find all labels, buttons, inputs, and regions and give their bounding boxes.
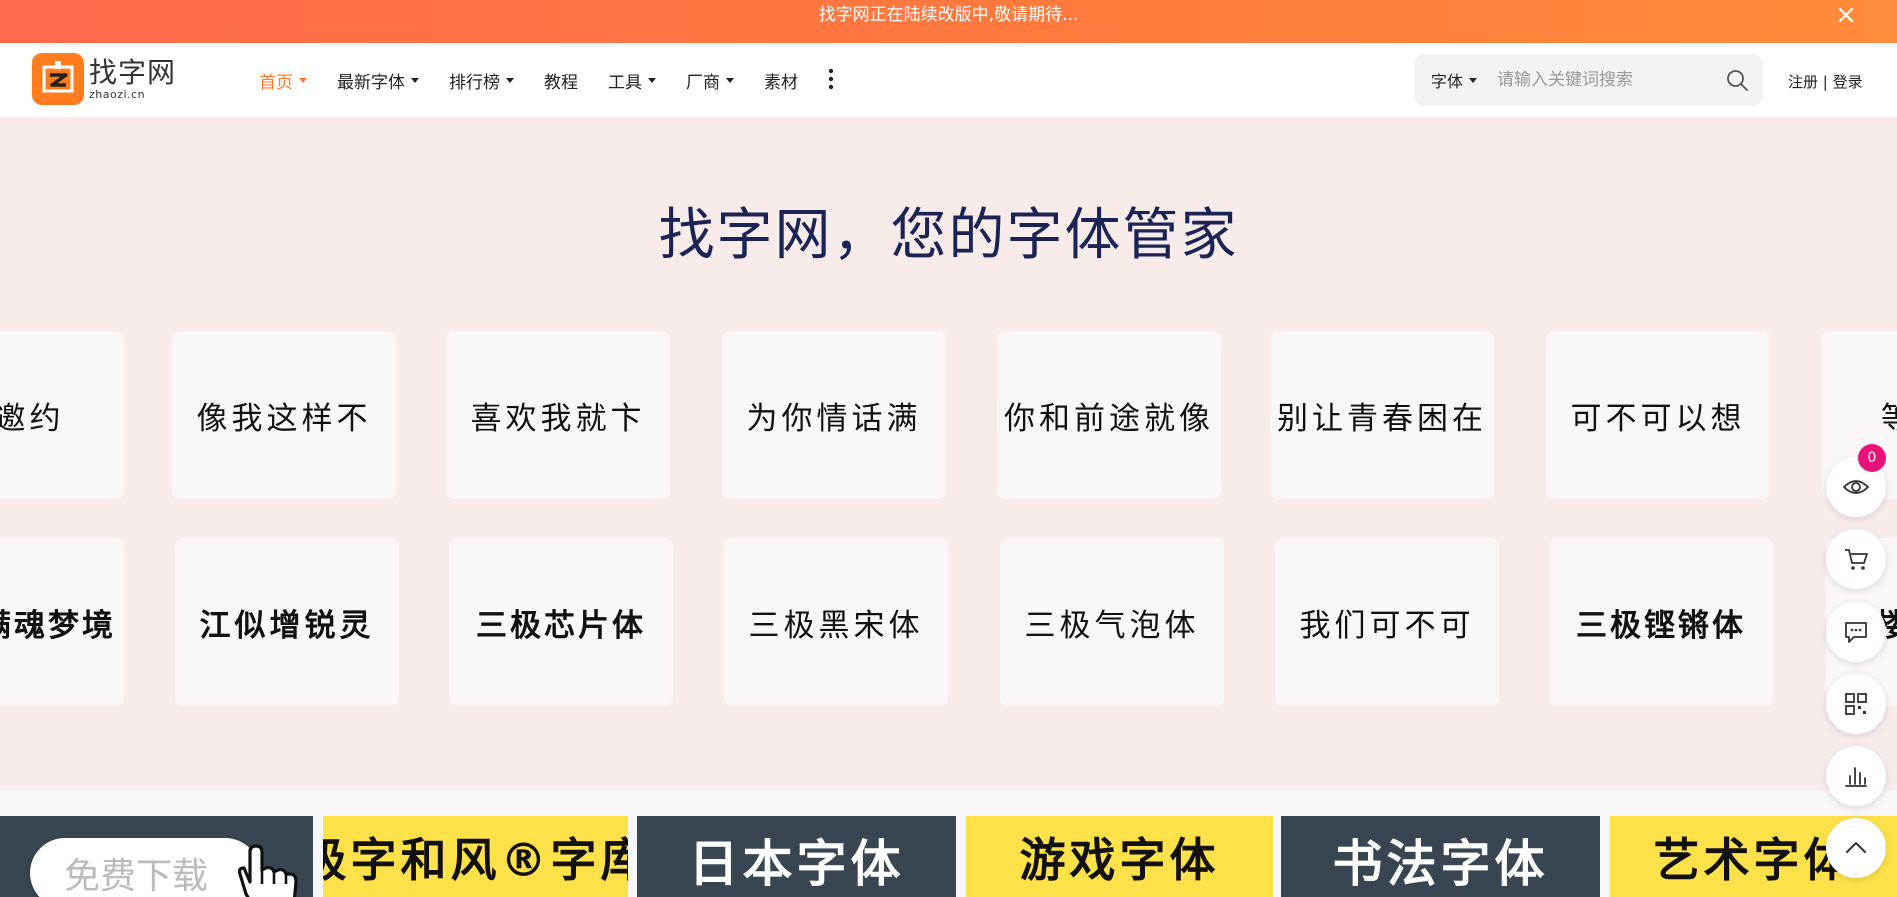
bar-chart-icon xyxy=(1845,767,1867,787)
announcement-bar: 找字网正在陆续改版中,敬请期待... xyxy=(0,0,1897,43)
nav-latest-fonts[interactable]: 最新字体 xyxy=(337,68,419,93)
font-card[interactable]: 你和前途就像 xyxy=(997,331,1221,499)
logo-domain: zhaozi.cn xyxy=(89,88,146,101)
font-card[interactable]: 三极铿锵体 xyxy=(1549,538,1773,706)
statistics-button[interactable] xyxy=(1826,746,1886,806)
main-nav: 首页 最新字体 排行榜 教程 工具 厂商 素材 xyxy=(259,43,834,118)
caret-down-icon xyxy=(411,78,419,83)
category-banner-strip: 极字和风®字库 日本字体 游戏字体 书法字体 艺术字体 免费下载 xyxy=(0,816,1897,897)
nav-home[interactable]: 首页 xyxy=(259,68,307,93)
font-card[interactable]: 像我这样不 xyxy=(172,331,396,499)
banner-tile-japanese[interactable]: 日本字体 xyxy=(637,816,956,897)
cart-count-badge: 0 xyxy=(1858,444,1886,472)
cart-icon xyxy=(1845,549,1868,570)
more-menu-icon[interactable] xyxy=(828,68,834,93)
caret-down-icon xyxy=(506,78,514,83)
banner-tile-jizi-hefeng[interactable]: 极字和风®字库 xyxy=(323,816,628,897)
caret-down-icon xyxy=(1469,77,1478,83)
chevron-up-icon xyxy=(1846,842,1866,853)
search-icon[interactable] xyxy=(1725,68,1749,92)
site-logo[interactable]: 找字网 zhaozi.cn xyxy=(32,53,176,105)
nav-rankings[interactable]: 排行榜 xyxy=(449,68,514,93)
font-card[interactable]: 心满魂梦境 xyxy=(0,538,124,706)
font-card[interactable]: 江似增锐灵 xyxy=(175,538,399,706)
banner-tile-game[interactable]: 游戏字体 xyxy=(966,816,1273,897)
banner-tile-calligraphy[interactable]: 书法字体 xyxy=(1281,816,1600,897)
qrcode-icon xyxy=(1845,693,1867,715)
close-icon[interactable] xyxy=(1831,0,1861,30)
font-card[interactable]: 三极芯片体 xyxy=(449,538,673,706)
register-link[interactable]: 注册 xyxy=(1788,73,1818,91)
logo-icon xyxy=(32,53,84,105)
announcement-text: 找字网正在陆续改版中,敬请期待... xyxy=(818,5,1079,25)
hero-title: 找字网，您的字体管家 xyxy=(658,203,1239,268)
cart-button[interactable] xyxy=(1826,529,1886,589)
font-card[interactable]: 喜欢我就卞 xyxy=(446,331,670,499)
font-card[interactable]: 我们可不可 xyxy=(1275,538,1499,706)
chat-icon xyxy=(1845,622,1867,643)
eye-icon xyxy=(1842,480,1870,494)
nav-vendors[interactable]: 厂商 xyxy=(686,68,734,93)
qrcode-button[interactable] xyxy=(1826,674,1886,734)
pointer-hand-icon xyxy=(232,844,302,897)
search-box: 字体 xyxy=(1414,54,1763,106)
auth-links: 注册 | 登录 xyxy=(1788,71,1863,92)
hero-section: 找字网，您的字体管家 的邀约 像我这样不 喜欢我就卞 为你情话满 你和前途就像 … xyxy=(0,118,1897,790)
font-card[interactable]: 三极黑宋体 xyxy=(724,538,948,706)
search-input[interactable] xyxy=(1497,70,1718,90)
auth-separator: | xyxy=(1822,73,1828,91)
nav-tutorials[interactable]: 教程 xyxy=(544,68,578,93)
font-card[interactable]: 别让青春困在 xyxy=(1270,331,1494,499)
feedback-button[interactable] xyxy=(1826,602,1886,662)
logo-title: 找字网 xyxy=(89,56,177,89)
caret-down-icon xyxy=(299,78,307,83)
nav-tools[interactable]: 工具 xyxy=(608,68,656,93)
login-link[interactable]: 登录 xyxy=(1833,73,1863,91)
nav-materials[interactable]: 素材 xyxy=(764,68,798,93)
caret-down-icon xyxy=(726,78,734,83)
caret-down-icon xyxy=(648,78,656,83)
font-card[interactable]: 为你情话满 xyxy=(722,331,946,499)
font-card[interactable]: 的邀约 xyxy=(0,331,124,499)
search-type-select[interactable]: 字体 xyxy=(1431,68,1478,92)
font-card[interactable]: 可不可以想 xyxy=(1546,331,1770,499)
site-header: 找字网 zhaozi.cn 首页 最新字体 排行榜 教程 工具 厂商 素材 字体… xyxy=(0,43,1897,118)
back-to-top-button[interactable] xyxy=(1826,818,1886,878)
font-card[interactable]: 三极气泡体 xyxy=(1000,538,1224,706)
free-download-button[interactable]: 免费下载 xyxy=(30,838,260,897)
